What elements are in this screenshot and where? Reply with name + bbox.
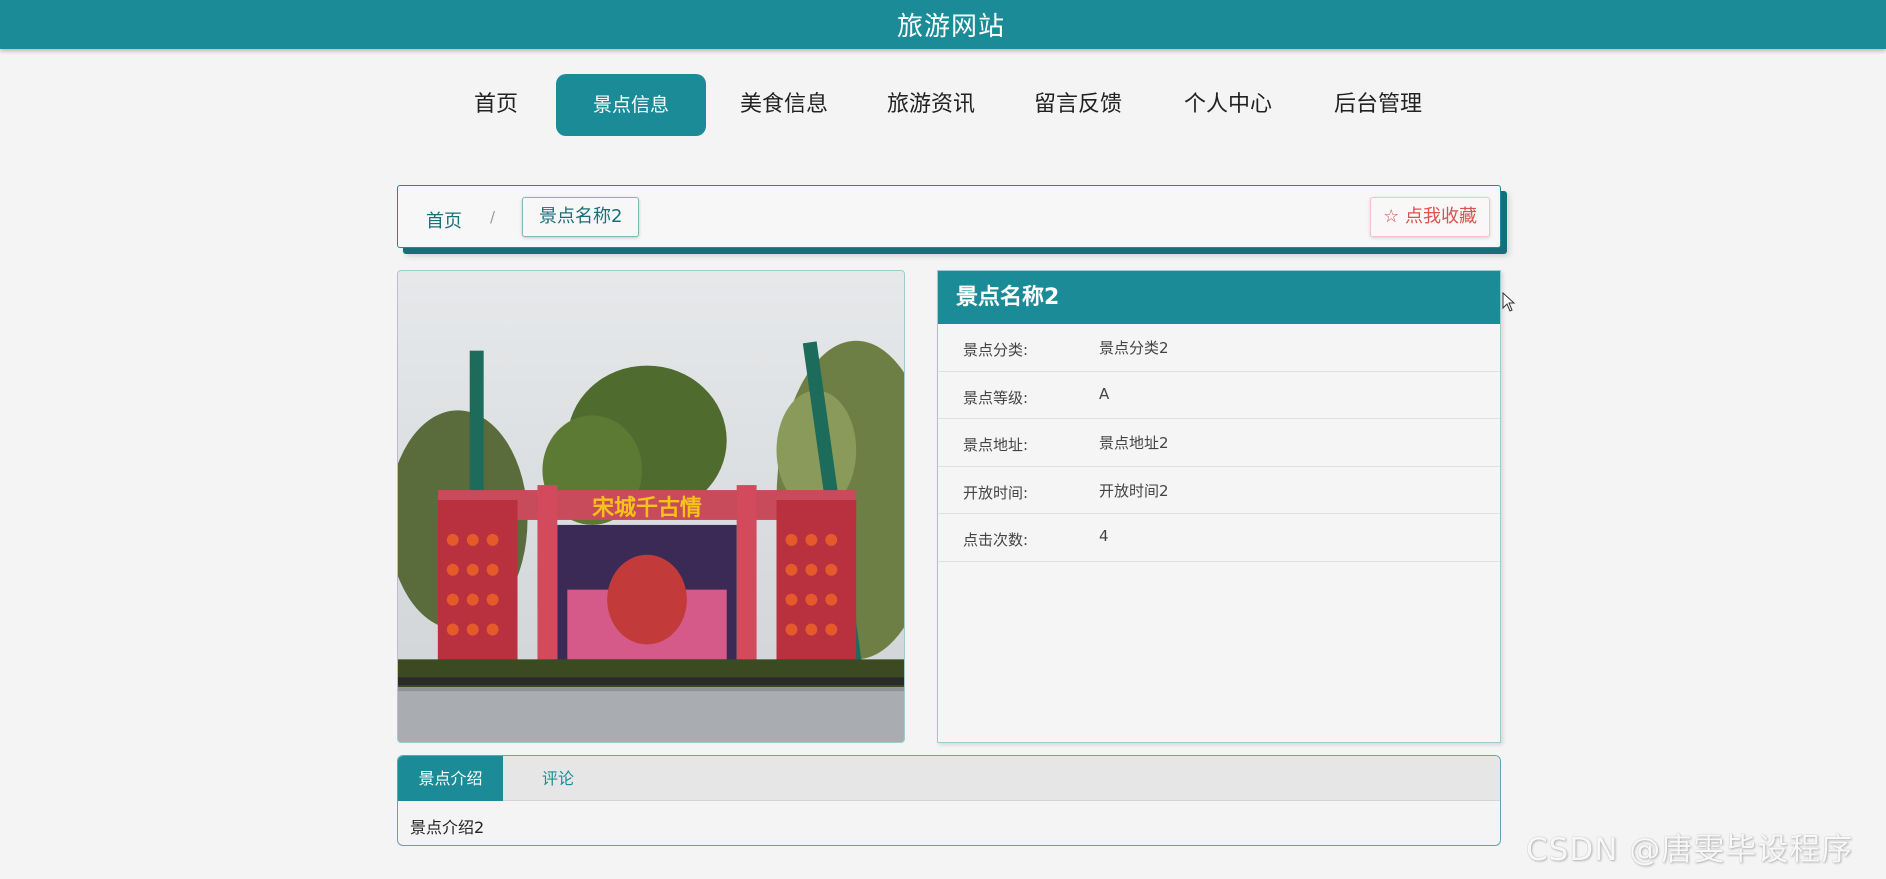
tab-bar: 景点介绍 评论 — [398, 756, 1500, 801]
detail-label: 景点地址: — [963, 436, 1029, 454]
scenic-photo-image: 宋城千古情 — [398, 271, 904, 742]
scenic-name-heading: 景点名称2 — [938, 271, 1500, 324]
detail-label: 景点分类: — [963, 341, 1029, 359]
nav-item-admin[interactable]: 后台管理 — [1318, 74, 1438, 136]
detail-label: 开放时间: — [963, 483, 1029, 502]
detail-label: 景点等级: — [963, 388, 1029, 407]
detail-row-click-count: 点击次数: 4 — [938, 514, 1500, 562]
detail-tabs: 景点介绍 评论 景点介绍2 — [397, 755, 1501, 846]
site-title: 旅游网站 — [896, 12, 1005, 42]
nav-item-food-info[interactable]: 美食信息 — [724, 74, 844, 136]
favorite-button[interactable]: ☆ 点我收藏 — [1370, 197, 1490, 237]
detail-value: 4 — [1099, 527, 1109, 545]
nav-item-home[interactable]: 首页 — [458, 74, 534, 136]
breadcrumb: 首页 / 景点名称2 ☆ 点我收藏 — [397, 185, 1501, 248]
detail-row-address: 景点地址: 景点地址2 — [938, 419, 1500, 467]
breadcrumb-separator: / — [490, 208, 496, 226]
nav-item-feedback[interactable]: 留言反馈 — [1018, 74, 1138, 136]
detail-value: 景点地址2 — [1099, 434, 1169, 452]
detail-label: 点击次数: — [963, 531, 1029, 549]
detail-value: 景点分类2 — [1099, 339, 1169, 357]
scenic-photo: 宋城千古情 — [397, 270, 905, 743]
mouse-cursor-icon — [1502, 291, 1516, 316]
watermark: CSDN @唐雯毕设程序 — [1526, 832, 1854, 868]
tab-comments[interactable]: 评论 — [503, 756, 613, 801]
nav-item-personal-center[interactable]: 个人中心 — [1168, 74, 1288, 136]
scenic-details-panel: 景点名称2 景点分类: 景点分类2 景点等级: A 景点地址: 景点地址2 开放… — [937, 270, 1501, 743]
detail-value: 开放时间2 — [1099, 481, 1169, 500]
nav-item-scenic-info[interactable]: 景点信息 — [556, 74, 706, 136]
breadcrumb-home-link[interactable]: 首页 — [426, 207, 462, 233]
tab-scenic-intro[interactable]: 景点介绍 — [398, 756, 503, 801]
detail-row-open-time: 开放时间: 开放时间2 — [938, 467, 1500, 514]
detail-value: A — [1099, 384, 1110, 403]
main-nav: 首页 景点信息 美食信息 旅游资讯 留言反馈 个人中心 后台管理 — [0, 74, 1886, 136]
scenic-photo-banner: 宋城千古情 — [592, 495, 702, 521]
breadcrumb-current[interactable]: 景点名称2 — [522, 197, 640, 237]
nav-item-travel-news[interactable]: 旅游资讯 — [871, 74, 991, 136]
site-header: 旅游网站 — [0, 0, 1886, 49]
detail-row-category: 景点分类: 景点分类2 — [938, 324, 1500, 372]
detail-row-level: 景点等级: A — [938, 372, 1500, 419]
tab-content: 景点介绍2 — [410, 818, 485, 837]
